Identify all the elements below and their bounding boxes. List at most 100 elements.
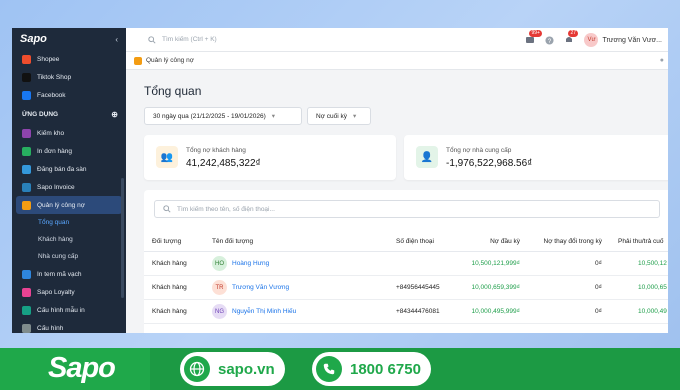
sidebar-item-sapo-loyalty[interactable]: Sapo Loyalty: [12, 283, 126, 301]
contact-avatar: TR: [212, 280, 227, 295]
row-closing: 10,500,12: [638, 260, 667, 267]
app-window: Sapo ‹ Shopee Tiktok Shop Facebook ỨNG DỤN…: [12, 28, 668, 333]
sapo-brand-logo: Sapo: [48, 352, 116, 384]
apps-section-label: ỨNG DỤNG: [22, 110, 59, 118]
user-avatar[interactable]: Vư: [584, 33, 599, 47]
contact-name-link[interactable]: Nguyễn Thị Minh Hiếu: [232, 308, 296, 315]
topbar-actions: 99+ ? 27 Vư Trương Văn Vươ...: [525, 28, 662, 52]
sidebar-item-label: Sapo Loyalty: [37, 288, 75, 296]
table-search-placeholder: Tìm kiếm theo tên, số điện thoại...: [177, 205, 275, 213]
row-type: Khách hàng: [152, 308, 187, 315]
row-name-cell: NG Nguyễn Thị Minh Hiếu: [212, 300, 296, 323]
svg-text:?: ?: [548, 37, 552, 44]
sidebar-item-shopee[interactable]: Shopee: [12, 50, 126, 68]
row-type: Khách hàng: [152, 284, 187, 291]
sidebar-item-dang-ban-da-san[interactable]: Đăng bán đa sàn: [12, 160, 126, 178]
contact-avatar: NG: [212, 304, 227, 319]
user-name[interactable]: Trương Văn Vươ...: [602, 37, 662, 44]
col-debt-change: Nợ thay đổi trong kỳ: [543, 238, 602, 245]
sidebar-item-cau-hinh-mau-in[interactable]: Cấu hình mẫu in: [12, 301, 126, 319]
col-name: Tên đối tượng: [212, 238, 254, 245]
sidebar-item-quan-ly-cong-no[interactable]: Quản lý công nợ: [16, 196, 122, 214]
row-debt-change: 0₫: [595, 308, 602, 315]
debt-type-filter[interactable]: Nợ cuối kỳ ▾: [307, 107, 371, 125]
page-title: Tổng quan: [144, 84, 202, 98]
row-opening-debt: 10,000,495,999₫: [471, 308, 520, 315]
cau-hinh-icon: [22, 323, 31, 333]
kiem-kho-icon: [22, 128, 31, 138]
sidebar-item-label: Cấu hình mẫu in: [37, 306, 85, 314]
customer-debt-card: 👥 Tổng nợ khách hàng 41,242,485,322₫: [144, 135, 396, 180]
sapo-logo: Sapo: [20, 33, 47, 45]
sidebar-scrollbar[interactable]: [121, 178, 124, 298]
sidebar-item-cau-hinh[interactable]: Cấu hình: [12, 319, 126, 333]
sidebar-item-label: Cấu hình: [37, 324, 64, 332]
dang-ban-da-san-icon: [22, 164, 31, 174]
globe-icon: [184, 356, 210, 382]
search-icon: [148, 35, 156, 44]
sidebar-item-kiem-kho[interactable]: Kiếm kho: [12, 124, 126, 142]
hotline-text: 1800 6750: [350, 360, 421, 378]
col-phone: Số điện thoại: [396, 238, 434, 245]
sidebar-item-label: In tem mã vạch: [37, 270, 82, 278]
date-range-value: 30 ngày qua (21/12/2025 - 19/01/2026): [153, 112, 266, 120]
chevron-down-icon: ▾: [353, 113, 357, 120]
phone-icon: [316, 356, 342, 382]
debt-type-value: Nợ cuối kỳ: [316, 112, 347, 120]
in-tem-ma-vach-icon: [22, 269, 31, 279]
apps-section-title: ỨNG DỤNG ⊕: [12, 104, 126, 124]
sidebar-item-tiktok-shop[interactable]: Tiktok Shop: [12, 68, 126, 86]
global-search[interactable]: Tìm kiếm (Ctrl + K): [148, 35, 217, 44]
col-opening-debt: Nợ đầu kỳ: [490, 238, 520, 245]
sidebar-subitem-nha-cung-cap[interactable]: Nhà cung cấp: [12, 248, 126, 265]
sidebar-item-in-tem-ma-vach[interactable]: In tem mã vạch: [12, 265, 126, 283]
hotline-pill[interactable]: 1800 6750: [312, 352, 431, 386]
row-opening-debt: 10,500,121,999₫: [471, 260, 520, 267]
sidebar-item-label: Facebook: [37, 91, 66, 99]
website-pill[interactable]: sapo.vn: [180, 352, 285, 386]
contact-name-link[interactable]: Hoàng Hưng: [232, 260, 269, 267]
notifications-badge: 27: [568, 30, 579, 37]
notifications-icon[interactable]: 27: [564, 30, 579, 45]
sidebar-item-in-don-hang[interactable]: In đơn hàng: [12, 142, 126, 160]
row-phone: +84344476081: [396, 308, 440, 315]
messages-badge: 99+: [529, 30, 542, 37]
tab-debt-management[interactable]: Quản lý công nợ: [146, 57, 194, 64]
user-menu-icon[interactable]: ●: [660, 57, 664, 64]
sidebar-item-facebook[interactable]: Facebook: [12, 86, 126, 104]
help-icon[interactable]: ?: [545, 35, 555, 45]
supplier-debt-label: Tổng nợ nhà cung cấp: [446, 147, 512, 154]
row-opening-debt: 10,000,659,399₫: [471, 284, 520, 291]
facebook-icon: [22, 90, 31, 100]
sidebar-subitem-tong-quan[interactable]: Tổng quan: [12, 214, 126, 231]
sidebar-item-label: Shopee: [37, 55, 60, 63]
messages-icon[interactable]: 99+: [525, 30, 542, 45]
sidebar-item-label: In đơn hàng: [37, 147, 72, 155]
sidebar-subitem-khach-hang[interactable]: Khách hàng: [12, 231, 126, 248]
row-name-cell: HO Hoàng Hưng: [212, 252, 269, 275]
row-closing: 10,000,49: [638, 308, 667, 315]
table-header: Đối tượng Tên đối tượng Số điện thoại Nợ…: [144, 232, 668, 252]
row-debt-change: 0₫: [595, 284, 602, 291]
date-range-filter[interactable]: 30 ngày qua (21/12/2025 - 19/01/2026) ▾: [144, 107, 302, 125]
debt-table-card: Tìm kiếm theo tên, số điện thoại... Đối …: [144, 190, 668, 333]
table-row[interactable]: Khách hàng TR Trương Văn Vương +84956445…: [144, 276, 668, 300]
customer-debt-label: Tổng nợ khách hàng: [186, 147, 246, 154]
contact-avatar: HO: [212, 256, 227, 271]
sidebar-item-sapo-invoice[interactable]: Sapo Invoice: [12, 178, 126, 196]
row-closing: 10,000,65: [638, 284, 667, 291]
table-row[interactable]: Khách hàng HO Hoàng Hưng 10,500,121,999₫…: [144, 252, 668, 276]
tiktok-shop-icon: [22, 72, 31, 82]
table-row[interactable]: Khách hàng NG Nguyễn Thị Minh Hiếu +8434…: [144, 300, 668, 324]
search-icon: [163, 205, 171, 213]
contact-name-link[interactable]: Trương Văn Vương: [232, 284, 289, 291]
col-closing: Phải thu/trả cuố: [618, 238, 664, 245]
sidebar-item-label: Tiktok Shop: [37, 73, 72, 81]
sapo-invoice-icon: [22, 182, 31, 192]
quan-ly-cong-no-icon: [22, 200, 31, 210]
add-app-icon[interactable]: ⊕: [111, 110, 118, 119]
table-search-input[interactable]: Tìm kiếm theo tên, số điện thoại...: [154, 200, 660, 218]
collapse-sidebar-icon[interactable]: ‹: [115, 35, 118, 44]
topbar: Tìm kiếm (Ctrl + K) 99+ ? 27 Vư Trương V…: [126, 28, 668, 52]
sidebar-item-label: Quản lý công nợ: [37, 201, 85, 209]
